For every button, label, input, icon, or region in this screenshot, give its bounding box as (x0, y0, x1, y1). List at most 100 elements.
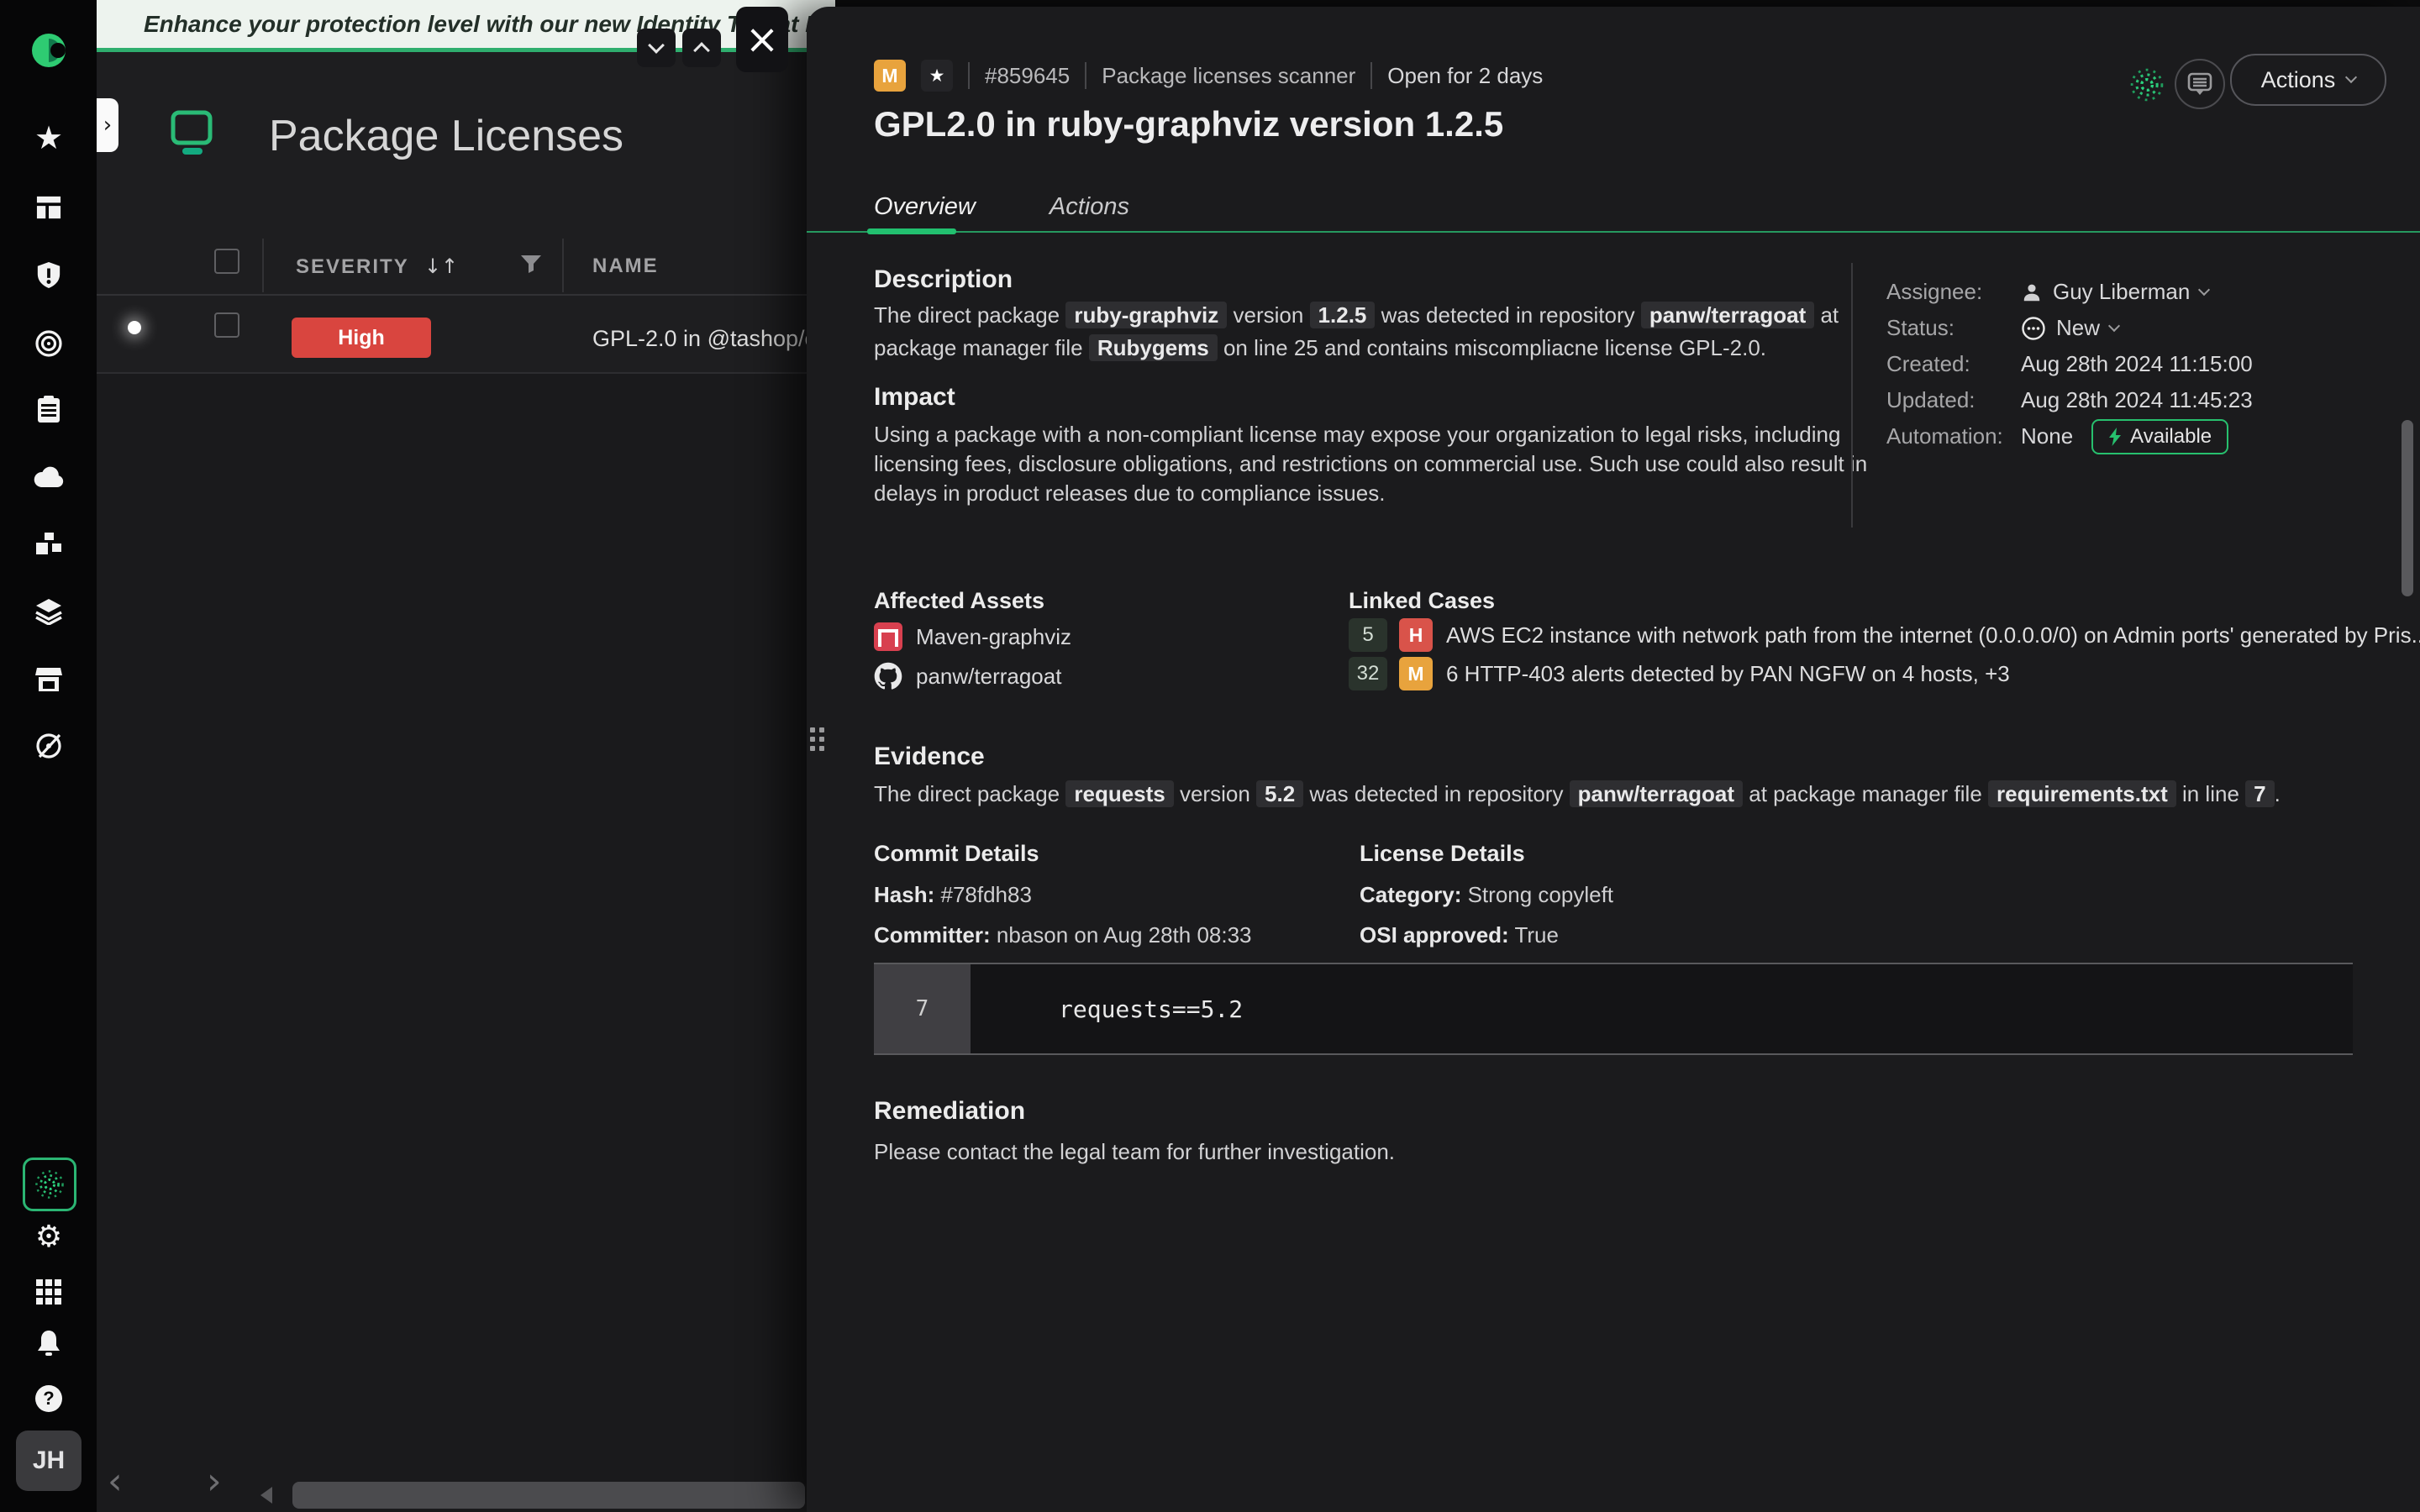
comment-icon (2187, 71, 2212, 97)
actions-button[interactable]: Actions (2230, 54, 2386, 106)
panel-empty-area (97, 374, 807, 1512)
cloud-icon[interactable] (34, 462, 64, 492)
assignee-value[interactable]: Guy Liberman (2021, 279, 2208, 305)
copilot-active-item[interactable] (23, 1158, 76, 1211)
apps-grid-icon[interactable] (34, 1277, 64, 1307)
status-row: Status: New (1886, 310, 2253, 346)
sort-icon[interactable]: ↓↑ (424, 255, 458, 278)
target-icon[interactable] (34, 328, 64, 359)
active-tab-underline (867, 228, 956, 234)
notifications-bell-icon[interactable] (34, 1328, 64, 1358)
dashboard-layout-icon[interactable] (34, 192, 64, 223)
horizontal-scrollbar[interactable] (292, 1482, 805, 1509)
issue-title: GPL2.0 in ruby-graphviz version 1.2.5 (874, 104, 1503, 144)
remediation-text: Please contact the legal team for furthe… (874, 1137, 1395, 1167)
chevron-down-icon (2345, 71, 2357, 83)
severity-medium-badge: M (874, 60, 906, 92)
page-prev-button[interactable]: ‹ (108, 1460, 123, 1503)
linked-case-item[interactable]: 5 H AWS EC2 instance with network path f… (1349, 618, 2420, 652)
comments-button[interactable] (2175, 59, 2225, 109)
commit-hash: Hash: #78fdh83 (874, 882, 1032, 908)
automation-row: Automation: None Available (1886, 418, 2253, 454)
status-value[interactable]: New (2021, 315, 2118, 341)
shield-alert-icon[interactable] (34, 260, 64, 291)
section-license-details: License Details (1360, 841, 1525, 867)
github-icon (874, 662, 902, 690)
person-icon (2021, 281, 2043, 303)
evidence-text: The direct package requests version 5.2 … (874, 780, 2281, 809)
code-line-content: requests==5.2 (1059, 995, 1243, 1023)
commit-committer: Committer: nbason on Aug 28th 08:33 (874, 922, 1252, 948)
code-line-number: 7 (874, 964, 971, 1053)
left-nav-sidebar: ★ (0, 0, 97, 1512)
banner-collapse-button[interactable] (637, 29, 676, 67)
tab-actions[interactable]: Actions (1050, 193, 1129, 221)
layers-icon[interactable] (34, 596, 64, 627)
tab-bar: Overview Actions (874, 193, 1129, 221)
panel-title: Package Licenses (269, 111, 623, 161)
section-linked-cases: Linked Cases (1349, 588, 1495, 614)
description-text: The direct package ruby-graphviz version… (874, 301, 1839, 363)
blocks-icon[interactable] (34, 530, 64, 560)
user-avatar[interactable]: JH (16, 1431, 82, 1491)
case-id: #859645 (985, 63, 1070, 89)
filter-funnel-icon[interactable] (519, 252, 543, 276)
drag-handle[interactable] (810, 727, 824, 751)
impact-text: Using a package with a non-compliant lic… (874, 420, 1867, 508)
report-clipboard-icon[interactable] (34, 395, 64, 425)
app-root: ★ (0, 0, 2420, 1512)
issue-meta-panel: Assignee: Guy Liberman Status: New Creat… (1886, 274, 2253, 454)
lightning-bolt-icon (2108, 428, 2122, 446)
help-icon[interactable]: ? (34, 1383, 64, 1414)
vertical-scrollbar[interactable] (2402, 420, 2413, 596)
panel-expand-button[interactable]: › (97, 98, 118, 152)
tab-overview[interactable]: Overview (874, 193, 976, 221)
case-count-badge: 5 (1349, 618, 1387, 652)
announcement-banner: Enhance your protection level with our n… (97, 0, 835, 52)
license-category: Category: Strong copyleft (1360, 882, 1613, 908)
section-affected-assets: Affected Assets (874, 588, 1044, 614)
copilot-spiral-icon (33, 1168, 66, 1201)
column-severity[interactable]: SEVERITY ↓↑ (296, 255, 458, 279)
section-description: Description (874, 265, 1013, 294)
scanner-name: Package licenses scanner (1102, 63, 1355, 89)
automation-available-badge[interactable]: Available (2091, 419, 2228, 454)
banner-close-button[interactable]: × (736, 7, 788, 72)
package-licenses-icon (168, 108, 215, 156)
asset-item[interactable]: panw/terragoat (874, 662, 1061, 690)
banner-expand-button[interactable] (682, 29, 721, 67)
registry-icon (874, 622, 902, 651)
section-evidence: Evidence (874, 743, 985, 771)
settings-gear-icon[interactable]: ⚙ (34, 1221, 64, 1252)
hscroll-left-arrow[interactable] (260, 1487, 272, 1504)
chevron-down-icon (2198, 283, 2210, 295)
row-checkbox[interactable] (214, 312, 239, 338)
case-severity-medium-badge: M (1399, 657, 1433, 690)
chevron-down-icon (2108, 319, 2120, 331)
status-new-icon (2021, 316, 2046, 341)
table-row-name[interactable]: GPL-2.0 in @tashop/c (592, 326, 816, 352)
banner-text: Enhance your protection level with our n… (144, 11, 835, 38)
asset-item[interactable]: Maven-graphviz (874, 622, 1071, 651)
cortex-logo-icon[interactable] (29, 30, 69, 71)
open-duration: Open for 2 days (1387, 63, 1543, 89)
section-impact: Impact (874, 383, 955, 412)
unread-indicator (128, 321, 141, 334)
linked-case-item[interactable]: 32 M 6 HTTP-403 alerts detected by PAN N… (1349, 657, 2010, 690)
issue-detail-drawer: M ★ #859645 Package licenses scanner Ope… (807, 7, 2420, 1512)
created-row: Created: Aug 28th 2024 11:15:00 (1886, 346, 2253, 382)
case-severity-high-badge: H (1399, 618, 1433, 652)
page-next-button[interactable]: › (207, 1460, 222, 1503)
severity-badge-high: High (292, 318, 431, 358)
gauge-icon[interactable] (34, 731, 64, 761)
updated-row: Updated: Aug 28th 2024 11:45:23 (1886, 382, 2253, 418)
star-toggle[interactable]: ★ (921, 60, 953, 92)
copilot-assist-icon[interactable] (2128, 66, 2166, 104)
select-all-checkbox[interactable] (214, 249, 239, 274)
license-osi: OSI approved: True (1360, 922, 1559, 948)
marketplace-store-icon[interactable] (34, 664, 64, 695)
column-name[interactable]: NAME (592, 255, 659, 278)
favorites-star-icon[interactable]: ★ (34, 123, 64, 153)
section-commit-details: Commit Details (874, 841, 1039, 867)
section-remediation: Remediation (874, 1097, 1025, 1126)
